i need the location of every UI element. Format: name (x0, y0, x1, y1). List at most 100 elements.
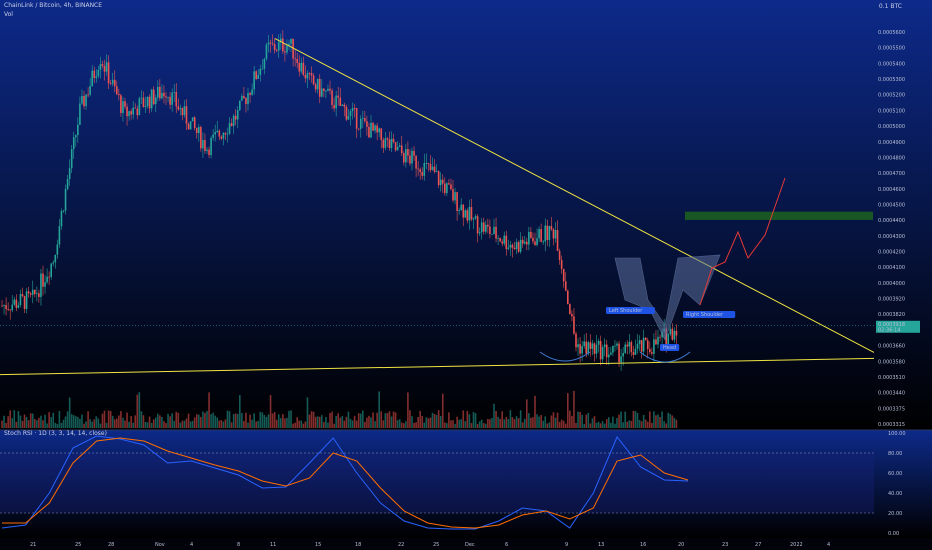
candle-body (118, 94, 120, 96)
candle-body (439, 179, 442, 186)
candle-body (267, 42, 270, 45)
volume-bar (411, 416, 413, 428)
volume-bar (280, 418, 282, 428)
volume-bar (271, 413, 274, 428)
candle-body (253, 71, 255, 90)
time-tick-label: 11 (270, 542, 276, 548)
candle-body (163, 92, 165, 97)
volume-bar (284, 418, 286, 428)
price-tick-label: 0.0005300 (878, 77, 905, 83)
volume-bar (462, 410, 465, 428)
volume-bar (312, 411, 315, 428)
volume-bar (3, 415, 5, 428)
volume-bar (329, 412, 331, 428)
candle-body (550, 226, 553, 230)
candle-body (355, 108, 358, 129)
volume-bar (536, 414, 538, 428)
candle-body (616, 343, 618, 346)
volume-bar (321, 415, 323, 428)
volume-bar (81, 414, 83, 428)
volume-bar (97, 418, 100, 428)
volume-bar (122, 417, 124, 428)
volume-bar (489, 419, 491, 428)
candle-body (60, 211, 63, 227)
price-tick-label: 0.0003820 (878, 312, 905, 318)
volume-bar (585, 414, 588, 428)
volume-bar (60, 422, 63, 428)
volume-bar (505, 416, 508, 428)
candle-body (386, 138, 389, 140)
time-tick-label: 2022 (790, 542, 803, 548)
volume-bar (179, 422, 182, 428)
volume-bar (458, 419, 460, 428)
volume-bar (431, 412, 434, 428)
volume-bar (661, 411, 663, 428)
candle-body (208, 149, 210, 156)
volume-bar (368, 415, 370, 428)
candle-body (87, 94, 89, 96)
volume-bar (423, 422, 426, 428)
volume-bar (99, 423, 102, 428)
candle-body (81, 95, 83, 104)
candle-body (349, 111, 352, 116)
volume-bar (230, 422, 233, 428)
volume-bar (239, 395, 241, 428)
volume-bar (413, 422, 415, 428)
volume-bar (437, 410, 440, 428)
volume-bar (245, 412, 247, 428)
candle-body (11, 304, 14, 311)
candle-body (302, 62, 305, 75)
volume-bar (456, 416, 458, 428)
candle-body (327, 88, 329, 91)
volume-bar (460, 419, 462, 428)
candle-body (331, 90, 333, 105)
candle-body (318, 78, 321, 97)
volume-bar (163, 421, 165, 428)
volume-bar (202, 411, 204, 428)
price-tick-label: 0.0004100 (878, 265, 905, 271)
volume-bar (331, 411, 333, 428)
volume-bar (569, 410, 571, 428)
volume-bar (261, 412, 264, 428)
volume-bar (382, 420, 385, 428)
candle-body (64, 189, 67, 211)
volume-bar (282, 414, 284, 428)
volume-bar (286, 417, 288, 428)
candle-body (560, 259, 563, 269)
candle-body (593, 343, 596, 354)
volume-bar (75, 416, 77, 428)
time-tick-label: 9 (565, 542, 568, 548)
volume-bar (446, 423, 448, 428)
volume-bar (480, 419, 483, 428)
candle-body (466, 210, 469, 221)
volume-bar (612, 416, 614, 428)
volume-bar (655, 415, 657, 428)
price-tick-label: 0.0004800 (878, 155, 905, 161)
candle-body (651, 352, 653, 354)
volume-bar (339, 417, 342, 428)
volume-bar (405, 421, 407, 428)
volume-bar (15, 421, 18, 428)
stoch-label: Stoch RSI · 1D (3, 3, 14, 14, close) (4, 430, 107, 437)
candle-body (353, 107, 356, 109)
volume-bar (409, 410, 411, 428)
volume-bar (296, 417, 298, 428)
candle-body (517, 242, 520, 252)
candle-body (103, 65, 106, 72)
candle-body (638, 340, 641, 344)
candle-body (649, 349, 651, 353)
volume-bar (58, 410, 61, 428)
volume-bar (277, 414, 280, 428)
candle-body (79, 103, 81, 125)
candle-body (46, 276, 48, 283)
candle-body (31, 289, 34, 295)
volume-bar (583, 423, 585, 428)
volume-bar (273, 411, 276, 428)
chart-canvas[interactable]: 0.0005600 0.0005500 0.0005400 0.0005300 0.00… (0, 0, 932, 550)
volume-bar (275, 419, 278, 428)
volume-bar (195, 414, 198, 428)
candle-body (339, 97, 342, 106)
volume-bar (167, 413, 169, 428)
candle-body (142, 97, 145, 108)
candle-body (378, 128, 380, 133)
